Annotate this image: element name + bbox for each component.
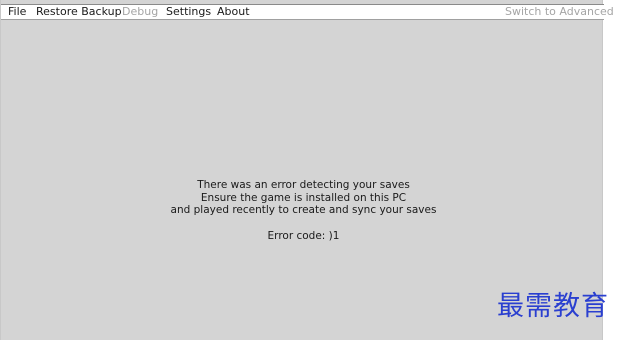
error-line-1: There was an error detecting your saves [197,179,410,191]
error-message: There was an error detecting your saves … [3,179,604,242]
error-line-3: and played recently to create and sync y… [170,204,437,217]
menu-debug[interactable]: Debug [122,5,158,19]
error-line-2: Ensure the game is installed on this PC [200,191,407,204]
switch-to-advanced-button[interactable]: Switch to Advanced [505,5,614,19]
menu-about[interactable]: About [217,5,250,19]
menu-restore-backup[interactable]: Restore Backup [36,5,122,19]
menu-file[interactable]: File [8,5,26,19]
menu-settings[interactable]: Settings [166,5,211,19]
app-window: File Restore Backup Debug Settings About… [0,0,614,340]
error-code: Error code: )1 [267,229,340,242]
watermark-logo: 最需教育 [497,291,609,322]
menu-bar: File Restore Backup Debug Settings About… [1,4,614,20]
